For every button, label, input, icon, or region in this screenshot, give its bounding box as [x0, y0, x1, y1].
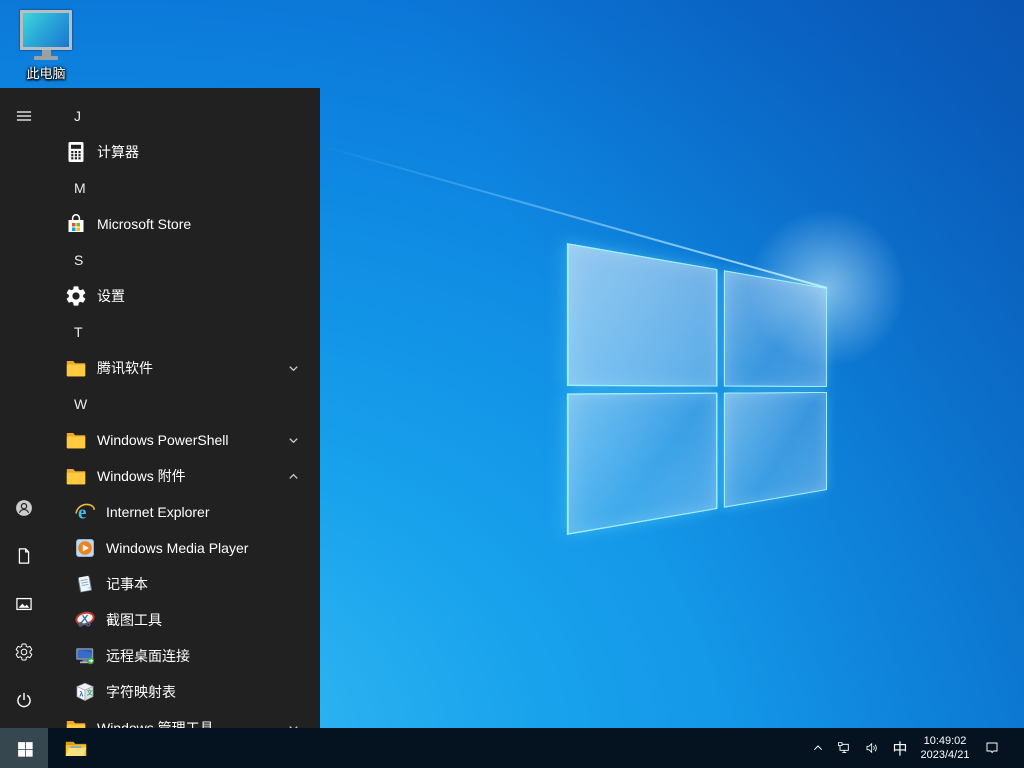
ime-indicator[interactable]: 中	[888, 728, 912, 768]
documents-button[interactable]	[0, 532, 48, 580]
calculator-icon	[64, 140, 88, 164]
folder-icon	[64, 428, 88, 452]
section-letter-label: W	[74, 396, 88, 412]
start-menu-item[interactable]: 远程桌面连接	[48, 638, 320, 674]
section-letter-label: J	[74, 108, 81, 124]
file-explorer-button[interactable]	[52, 728, 100, 768]
section-letter-T[interactable]: T	[48, 314, 320, 350]
section-letter-label: M	[74, 180, 86, 196]
folder-icon	[64, 716, 88, 728]
clock-date: 2023/4/21	[920, 749, 970, 761]
action-center-button[interactable]	[978, 728, 1006, 768]
system-tray: 中 10:49:02 2023/4/21	[808, 728, 1024, 768]
folder-icon	[64, 356, 88, 380]
pictures-button[interactable]	[0, 580, 48, 628]
settings-button[interactable]	[0, 628, 48, 676]
item-label: 字符映射表	[106, 684, 176, 700]
power-icon	[14, 690, 34, 710]
chevron-up-icon	[287, 470, 300, 483]
item-label: Windows Media Player	[106, 540, 249, 556]
windows-logo-pane	[723, 270, 827, 387]
store-icon	[64, 212, 88, 236]
start-button[interactable]	[0, 728, 48, 768]
charmap-icon: λ文	[73, 680, 97, 704]
start-menu-item[interactable]: Microsoft Store	[48, 206, 320, 242]
taskbar: 中 10:49:02 2023/4/21	[0, 728, 1024, 768]
action-center-icon	[984, 740, 1000, 756]
start-menu-item[interactable]: 计算器	[48, 134, 320, 170]
windows-logo-pane	[723, 391, 827, 508]
start-menu-item[interactable]: 记事本	[48, 566, 320, 602]
user-account-button[interactable]	[0, 484, 48, 532]
chevron-down-icon	[287, 434, 300, 447]
desktop: 此电脑 J 计算器 M Microsoft Store S 设置 T 腾讯软件 W Windows…	[0, 0, 1024, 768]
section-letter-S[interactable]: S	[48, 242, 320, 278]
start-menu-item[interactable]: Windows Media Player	[48, 530, 320, 566]
start-menu-rail	[0, 88, 48, 728]
this-pc-icon	[20, 10, 72, 50]
pictures-icon	[14, 594, 34, 614]
item-label: Internet Explorer	[106, 504, 210, 520]
start-menu-item[interactable]: λ 文字符映射表	[48, 674, 320, 710]
gear-outline-icon	[14, 642, 34, 662]
section-letter-W[interactable]: W	[48, 386, 320, 422]
network-button[interactable]	[832, 728, 856, 768]
windows-logo-pane	[566, 391, 718, 535]
chevron-down-icon	[287, 362, 300, 375]
item-label: 腾讯软件	[97, 360, 153, 376]
document-icon	[14, 546, 34, 566]
item-label: 截图工具	[106, 612, 162, 628]
start-menu-item[interactable]: e Internet Explorer	[48, 494, 320, 530]
rdp-icon	[73, 644, 97, 668]
chevron-up-icon	[810, 740, 826, 756]
folder-icon	[64, 464, 88, 488]
item-label: Windows 附件	[97, 468, 186, 484]
item-label: Windows 管理工具	[97, 720, 214, 728]
item-label: 记事本	[106, 576, 148, 592]
section-letter-label: S	[74, 252, 84, 268]
section-letter-label: T	[74, 324, 83, 340]
start-menu-app-list: J 计算器 M Microsoft Store S 设置 T 腾讯软件 W Windows Pow…	[48, 98, 320, 728]
file-explorer-icon	[63, 735, 89, 761]
start-menu-item[interactable]: 腾讯软件	[48, 350, 320, 386]
user-icon	[14, 498, 34, 518]
item-label: 计算器	[97, 144, 139, 160]
desktop-icon-this-pc[interactable]: 此电脑	[12, 10, 80, 82]
gear-icon	[64, 284, 88, 308]
start-menu: J 计算器 M Microsoft Store S 设置 T 腾讯软件 W Windows Pow…	[0, 88, 320, 728]
item-label: 设置	[97, 288, 125, 304]
volume-icon	[864, 740, 880, 756]
start-menu-item[interactable]: 截图工具	[48, 602, 320, 638]
windows-start-icon	[16, 740, 33, 757]
tray-overflow-button[interactable]	[808, 728, 828, 768]
wmp-icon	[73, 536, 97, 560]
clock-time: 10:49:02	[923, 735, 967, 747]
svg-text:文: 文	[86, 689, 94, 697]
start-menu-expand-button[interactable]	[0, 92, 48, 140]
power-button[interactable]	[0, 676, 48, 724]
volume-button[interactable]	[860, 728, 884, 768]
snipping-icon	[73, 608, 97, 632]
item-label: Microsoft Store	[97, 216, 192, 232]
hamburger-icon	[14, 106, 34, 126]
start-menu-item[interactable]: 设置	[48, 278, 320, 314]
item-label: 远程桌面连接	[106, 648, 190, 664]
start-menu-item[interactable]: Windows 附件	[48, 458, 320, 494]
section-letter-M[interactable]: M	[48, 170, 320, 206]
network-icon	[836, 740, 852, 756]
item-label: Windows PowerShell	[97, 432, 229, 448]
windows-logo	[566, 243, 827, 535]
desktop-icon-label: 此电脑	[26, 66, 66, 81]
section-letter-J[interactable]: J	[48, 98, 320, 134]
windows-logo-pane	[566, 243, 718, 387]
start-menu-item[interactable]: Windows PowerShell	[48, 422, 320, 458]
start-menu-item[interactable]: Windows 管理工具	[48, 710, 320, 728]
taskbar-clock[interactable]: 10:49:02 2023/4/21	[916, 728, 974, 768]
this-pc-icon-base	[34, 56, 58, 60]
ie-icon: e	[73, 500, 97, 524]
start-menu-rail-bottom	[0, 484, 48, 724]
notepad-icon	[73, 572, 97, 596]
